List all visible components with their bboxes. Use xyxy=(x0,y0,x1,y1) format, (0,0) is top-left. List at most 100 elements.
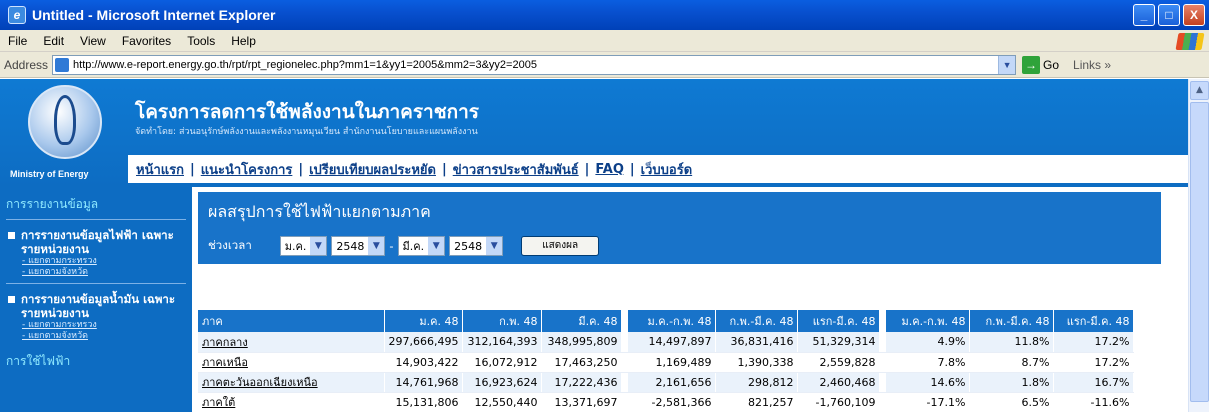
end-year-select[interactable]: 2548 ▼ xyxy=(449,236,504,256)
table-cell: 13,371,697 xyxy=(541,392,623,412)
period-filter: ช่วงเวลา ม.ค. ▼ 2548 ▼ - มี.ค. ▼ 2548 ▼ แสดง… xyxy=(208,236,600,256)
table-cell: 11.8% xyxy=(969,332,1055,353)
sidebar-link-province[interactable]: - แยกตามจังหวัด xyxy=(22,267,192,278)
bullet-icon xyxy=(8,296,15,303)
table-cell: 298,812 xyxy=(715,372,799,393)
table-cell: 12,550,440 xyxy=(462,392,543,412)
nav-news[interactable]: ข่าวสารประชาสัมพันธ์ xyxy=(453,159,579,180)
chevron-down-icon: ▼ xyxy=(428,237,445,255)
table-cell: 2,460,468 xyxy=(797,372,881,393)
menu-file[interactable]: File xyxy=(0,34,35,48)
ie-icon: e xyxy=(8,6,26,24)
column-header: ม.ค.-ก.พ. 48 xyxy=(885,310,971,332)
column-header: มี.ค. 48 xyxy=(541,310,623,332)
end-month-select[interactable]: มี.ค. ▼ xyxy=(397,236,446,256)
ministry-name: Ministry of Energy xyxy=(10,169,89,179)
table-cell: 36,831,416 xyxy=(715,332,799,353)
sidebar-divider xyxy=(6,283,186,284)
go-button[interactable]: → Go xyxy=(1022,55,1059,74)
go-arrow-icon: → xyxy=(1022,55,1041,74)
close-button[interactable]: X xyxy=(1183,4,1205,26)
table-cell: -2,581,366 xyxy=(627,392,717,412)
chevron-down-icon: ▼ xyxy=(486,237,503,255)
menu-favorites[interactable]: Favorites xyxy=(114,34,179,48)
table-cell: 6.5% xyxy=(969,392,1055,412)
nav-home[interactable]: หน้าแรก xyxy=(136,159,184,180)
results-table-wrap: ภาค ม.ค. 48 ก.พ. 48 มี.ค. 48 ม.ค.-ก.พ. 4… xyxy=(198,310,1173,412)
column-header: ภาค xyxy=(198,310,385,332)
scroll-up-icon[interactable]: ▲ xyxy=(1190,81,1209,100)
table-cell: 17.2% xyxy=(1053,352,1135,373)
nav-webboard[interactable]: เว็บบอร์ด xyxy=(641,159,692,180)
table-cell: -1,760,109 xyxy=(797,392,881,412)
sidebar: การรายงานข้อมูล การรายงานข้อมูลไฟฟ้า เฉพ… xyxy=(0,187,192,412)
table-cell: 16.7% xyxy=(1053,372,1135,393)
table-cell: -17.1% xyxy=(885,392,971,412)
column-header: ม.ค. 48 xyxy=(384,310,464,332)
menu-bar: File Edit View Favorites Tools Help xyxy=(0,30,1209,52)
report-panel: ผลสรุปการใช้ไฟฟ้าแยกตามภาค ช่วงเวลา ม.ค.… xyxy=(198,192,1161,264)
start-month-select[interactable]: ม.ค. ▼ xyxy=(279,236,328,256)
table-cell: 17,222,436 xyxy=(541,372,623,393)
show-results-button[interactable]: แสดงผล xyxy=(521,236,600,256)
sidebar-link-ministry[interactable]: - แยกตามกระทรวง xyxy=(22,256,192,267)
menu-help[interactable]: Help xyxy=(223,34,264,48)
sidebar-item-label: การรายงานข้อมูลน้ำมัน เฉพาะรายหน่วยงาน xyxy=(21,292,176,320)
menu-edit[interactable]: Edit xyxy=(35,34,72,48)
table-cell: -11.6% xyxy=(1053,392,1135,412)
sidebar-item-label: การรายงานข้อมูลไฟฟ้า เฉพาะรายหน่วยงาน xyxy=(21,228,174,256)
table-cell: 16,072,912 xyxy=(462,352,543,373)
sidebar-item-oil[interactable]: การรายงานข้อมูลน้ำมัน เฉพาะรายหน่วยงาน xyxy=(8,292,192,320)
page-icon xyxy=(55,57,70,72)
address-input[interactable]: http://www.e-report.energy.go.th/rpt/rpt… xyxy=(52,54,1017,75)
table-cell: 51,329,314 xyxy=(797,332,881,353)
chevron-down-icon: ▼ xyxy=(368,237,385,255)
region-link[interactable]: ภาคใต้ xyxy=(198,392,385,412)
region-link[interactable]: ภาคเหนือ xyxy=(198,352,385,373)
chevron-down-icon[interactable]: ▼ xyxy=(998,55,1016,74)
table-cell: 15,131,806 xyxy=(384,392,464,412)
address-url[interactable]: http://www.e-report.energy.go.th/rpt/rpt… xyxy=(73,59,998,71)
table-cell: 17,463,250 xyxy=(541,352,623,373)
sidebar-link-province[interactable]: - แยกตามจังหวัด xyxy=(22,331,192,342)
results-table: ภาค ม.ค. 48 ก.พ. 48 มี.ค. 48 ม.ค.-ก.พ. 4… xyxy=(198,310,1135,412)
sidebar-item-electricity[interactable]: การรายงานข้อมูลไฟฟ้า เฉพาะรายหน่วยงาน xyxy=(8,228,192,256)
nav-about[interactable]: แนะนำโครงการ xyxy=(201,159,293,180)
table-cell: 14.6% xyxy=(885,372,971,393)
links-button[interactable]: Links » xyxy=(1073,58,1111,72)
vertical-scrollbar[interactable]: ▲ xyxy=(1188,79,1209,412)
table-cell: 16,923,624 xyxy=(462,372,543,393)
sidebar-link-ministry[interactable]: - แยกตามกระทรวง xyxy=(22,320,192,331)
address-bar: Address http://www.e-report.energy.go.th… xyxy=(0,52,1209,78)
table-cell: 14,903,422 xyxy=(384,352,464,373)
region-link[interactable]: ภาคตะวันออกเฉียงเหนือ xyxy=(198,372,385,393)
table-row: ภาคตะวันออกเฉียงเหนือ 14,761,968 16,923,… xyxy=(198,372,1135,393)
table-cell: 14,497,897 xyxy=(627,332,717,353)
window-titlebar: e Untitled - Microsoft Internet Explorer… xyxy=(0,0,1209,30)
maximize-button[interactable]: □ xyxy=(1158,4,1180,26)
table-row: ภาคใต้ 15,131,806 12,550,440 13,371,697 … xyxy=(198,392,1135,412)
table-cell: 17.2% xyxy=(1053,332,1135,353)
flame-icon xyxy=(54,95,76,145)
nav-faq[interactable]: FAQ xyxy=(595,162,624,177)
menu-tools[interactable]: Tools xyxy=(179,34,223,48)
site-header: Ministry of Energy โครงการลดการใช้พลังงา… xyxy=(0,79,1188,187)
window-title: Untitled - Microsoft Internet Explorer xyxy=(32,7,276,23)
top-nav: หน้าแรก | แนะนำโครงการ | เปรียบเทียบผลประห… xyxy=(128,155,1188,183)
sidebar-footer-heading: การใช้ไฟฟ้า xyxy=(6,354,71,368)
bullet-icon xyxy=(8,232,15,239)
region-link[interactable]: ภาคกลาง xyxy=(198,332,385,353)
table-cell: 821,257 xyxy=(715,392,799,412)
ministry-logo: Ministry of Energy xyxy=(8,85,128,185)
table-cell: 1.8% xyxy=(969,372,1055,393)
minimize-button[interactable]: _ xyxy=(1133,4,1155,26)
menu-view[interactable]: View xyxy=(72,34,114,48)
window-controls: _ □ X xyxy=(1133,4,1205,26)
nav-compare[interactable]: เปรียบเทียบผลประหยัด xyxy=(309,159,436,180)
scroll-thumb[interactable] xyxy=(1190,102,1209,402)
start-year-select[interactable]: 2548 ▼ xyxy=(331,236,386,256)
sidebar-heading: การรายงานข้อมูล xyxy=(6,197,99,211)
column-header: ม.ค.-ก.พ. 48 xyxy=(627,310,717,332)
table-cell: 312,164,393 xyxy=(462,332,543,353)
table-row: ภาคกลาง 297,666,495 312,164,393 348,995,… xyxy=(198,332,1135,353)
